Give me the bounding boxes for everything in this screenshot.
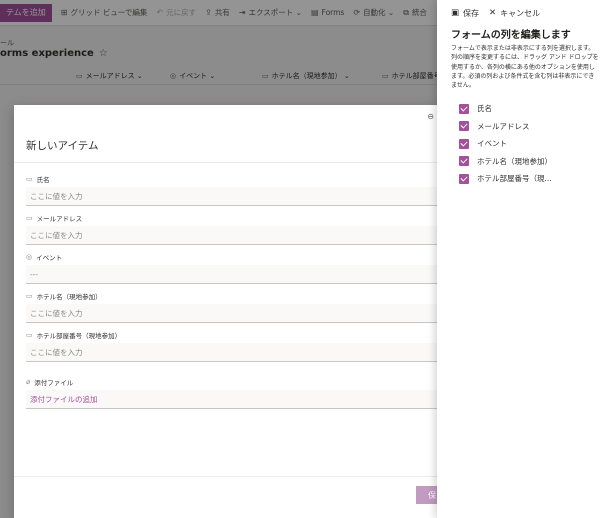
edit-columns-pane: ▣ 保存 ✕ キャンセル フォームの列を編集します フォームで表示または非表示にする…: [437, 0, 600, 518]
panel-title: 新しいアイテム: [26, 140, 99, 152]
field-room-number: ▭ ホテル部屋番号（現地参加） ここに値を入力: [26, 330, 454, 362]
checkbox-checked-icon[interactable]: [459, 173, 469, 184]
field-name: ▭ 氏名 ここに値を入力: [26, 174, 454, 206]
hotel-name-input[interactable]: ここに値を入力: [26, 304, 454, 323]
name-input[interactable]: ここに値を入力: [26, 187, 454, 206]
column-toggle-room-number[interactable]: ホテル部屋番号（現...: [459, 170, 597, 188]
email-input[interactable]: ここに値を入力: [26, 226, 454, 245]
divider: [14, 476, 454, 477]
column-toggle-name[interactable]: 氏名: [459, 100, 597, 118]
column-toggle-email[interactable]: メールアドレス: [459, 118, 597, 136]
column-toggle-event[interactable]: イベント: [459, 135, 597, 153]
link-icon: ⊖: [427, 112, 434, 121]
save-icon: ▣: [451, 8, 460, 18]
close-icon: ✕: [489, 8, 497, 18]
field-event: ◎ イベント ---: [26, 252, 454, 284]
pane-save-button[interactable]: ▣ 保存: [451, 8, 479, 19]
checkbox-checked-icon[interactable]: [459, 138, 469, 149]
new-item-panel: ⊖ リン 新しいアイテム ▭氏名 ここに値を入力 ▭メールアドレス ここに値を入…: [14, 105, 454, 518]
pane-title: フォームの列を編集します: [451, 30, 571, 41]
field-email: ▭ メールアドレス ここに値を入力: [26, 213, 454, 245]
divider: [14, 162, 454, 163]
room-number-input[interactable]: ここに値を入力: [26, 343, 454, 362]
text-icon: ▭: [26, 175, 33, 183]
column-toggle-hotel-name[interactable]: ホテル名（現地参加）: [459, 153, 597, 171]
pane-cancel-button[interactable]: ✕ キャンセル: [489, 8, 540, 19]
column-list: 氏名 メールアドレス イベント ホテル名（現地参加） ホテル部屋番号（現...: [459, 100, 597, 188]
choice-icon: ◎: [26, 253, 33, 261]
pane-toolbar: ▣ 保存 ✕ キャンセル: [437, 0, 600, 26]
checkbox-checked-icon[interactable]: [459, 121, 469, 132]
checkbox-checked-icon[interactable]: [459, 156, 469, 167]
event-select[interactable]: ---: [26, 265, 454, 284]
attachment-icon: ⌀: [26, 378, 31, 386]
add-attachment-button[interactable]: 添付ファイルの追加: [26, 390, 454, 409]
field-hotel-name: ▭ ホテル名（現地参加） ここに値を入力: [26, 291, 454, 323]
checkbox-checked-icon[interactable]: [459, 103, 469, 114]
field-attachments: ⌀ 添付ファイル 添付ファイルの追加: [26, 377, 454, 409]
text-icon: ▭: [26, 331, 33, 339]
text-icon: ▭: [26, 292, 33, 300]
text-icon: ▭: [26, 214, 33, 222]
pane-description: フォームで表示または非表示にする列を選択します。列の順序を変更するには、ドラッグ…: [451, 45, 599, 90]
